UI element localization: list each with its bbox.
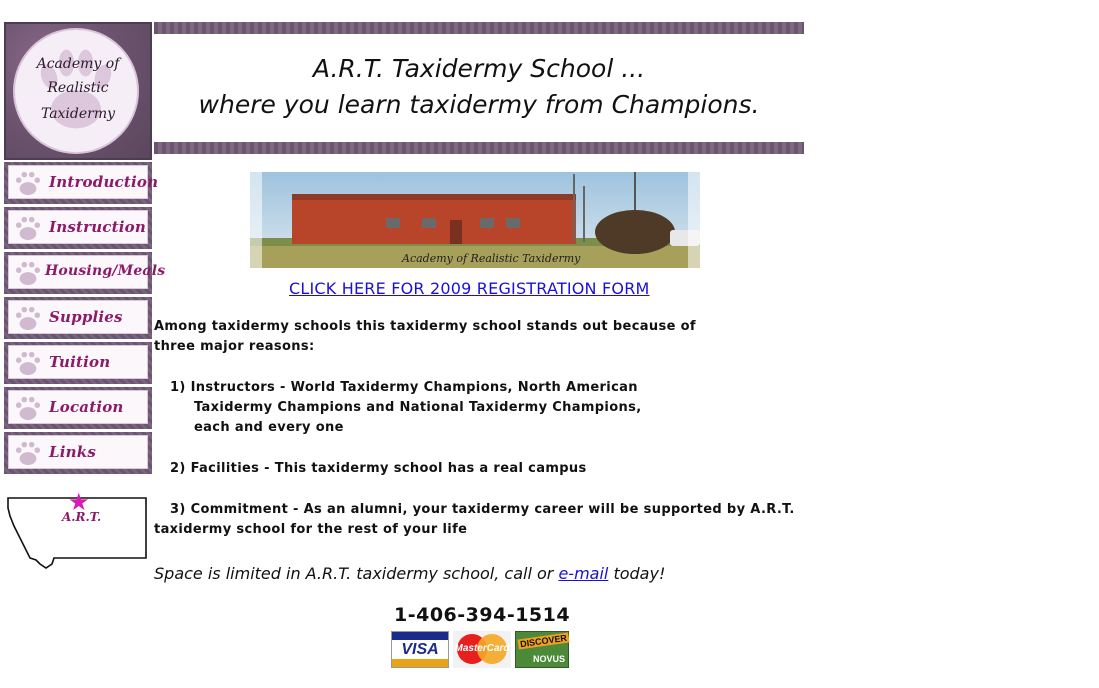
nav-label: Location — [49, 398, 124, 416]
paw-icon — [15, 216, 41, 241]
visa-card-icon: VISA — [391, 631, 449, 668]
visa-top-stripe — [392, 632, 448, 640]
paw-icon — [15, 441, 41, 466]
email-link[interactable]: e-mail — [558, 564, 608, 583]
nav-supplies[interactable]: Supplies — [4, 297, 152, 339]
paw-icon — [15, 351, 41, 376]
reason-2-line-1: 2) Facilities - This taxidermy school ha… — [170, 461, 587, 476]
intro-line-2: three major reasons: — [154, 339, 315, 354]
photo-caption: Academy of Realistic Taxidermy — [402, 252, 581, 265]
reason-1-line-2: Taxidermy Champions and National Taxider… — [194, 400, 642, 415]
banner-title: A.R.T. Taxidermy School ... — [312, 54, 646, 83]
cta-text-after: today! — [608, 564, 666, 583]
nav-button-face: Supplies — [8, 300, 148, 334]
mastercard-icon: MasterCard — [453, 631, 511, 668]
cta-text-before: Space is limited in A.R.T. taxidermy sch… — [154, 564, 559, 583]
nav-location[interactable]: Location — [4, 387, 152, 429]
call-to-action: Space is limited in A.R.T. taxidermy sch… — [154, 564, 665, 583]
nav-tuition[interactable]: Tuition — [4, 342, 152, 384]
nav-button-face: Tuition — [8, 345, 148, 379]
nav-label: Tuition — [49, 353, 111, 371]
reason-1-line-3: each and every one — [194, 420, 344, 435]
discover-label: DISCOVER — [517, 632, 570, 650]
nav-label: Introduction — [49, 173, 159, 191]
mastercard-label: MasterCard — [454, 643, 510, 654]
nav-label: Housing/Meals — [45, 263, 166, 279]
nav-label: Supplies — [49, 308, 123, 326]
phone-number: 1-406-394-1514 — [394, 604, 571, 626]
nav-label: Instruction — [49, 218, 146, 236]
nav-instruction[interactable]: Instruction — [4, 207, 152, 249]
intro-line-1: Among taxidermy schools this taxidermy s… — [154, 319, 696, 334]
logo-text-line2: Realistic — [47, 80, 109, 96]
visa-bottom-stripe — [392, 659, 448, 667]
banner-panel — [154, 34, 804, 142]
registration-form-link[interactable]: CLICK HERE FOR 2009 REGISTRATION FORM — [289, 279, 650, 298]
header-banner: A.R.T. Taxidermy School ... where you le… — [154, 22, 804, 154]
reason-3-line-1: 3) Commitment - As an alumni, your taxid… — [170, 502, 795, 517]
nav-introduction[interactable]: Introduction — [4, 162, 158, 204]
novus-label: NOVUS — [532, 654, 565, 664]
logo-text-line1: Academy of — [36, 56, 120, 72]
banner-subtitle: where you learn taxidermy from Champions… — [198, 90, 760, 119]
nav-button-face: Instruction — [8, 210, 148, 244]
logo-text-line3: Taxidermy — [40, 106, 116, 122]
paw-icon — [15, 306, 41, 331]
nav-links[interactable]: Links — [4, 432, 152, 474]
visa-label: VISA — [401, 641, 439, 658]
nav-label: Links — [49, 443, 96, 461]
paw-icon — [15, 261, 41, 286]
school-logo: Academy of Realistic Taxidermy — [4, 22, 152, 160]
map-label: A.R.T. — [62, 510, 102, 524]
nav-button-face: Location — [8, 390, 148, 424]
nav-button-face: Housing/Meals — [8, 255, 165, 289]
nav-housing-meals[interactable]: Housing/Meals — [4, 252, 165, 294]
paw-icon — [15, 171, 41, 196]
paw-icon — [15, 396, 41, 421]
discover-card-icon: DISCOVER NOVUS — [515, 631, 570, 668]
nav-button-face: Links — [8, 435, 148, 469]
nav-button-face: Introduction — [8, 165, 158, 199]
reason-1-line-1: 1) Instructors - World Taxidermy Champio… — [170, 380, 638, 395]
reason-3-line-2: taxidermy school for the rest of your li… — [154, 522, 468, 537]
